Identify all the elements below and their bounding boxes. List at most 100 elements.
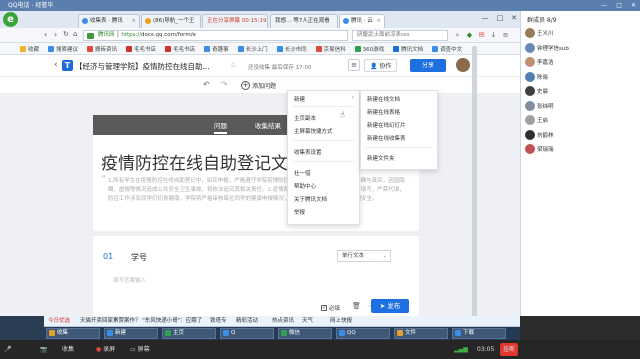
mic-icon[interactable]: 🎤 (4, 343, 11, 356)
browser-minimize-button[interactable]: — (482, 14, 489, 22)
doc-back-icon[interactable]: ‹ (54, 60, 58, 70)
menu-item-form-settings[interactable]: 收集表设置 (294, 148, 322, 156)
doc-title[interactable]: 【经济与管理学院】疫情防控在线自助... (75, 61, 210, 72)
member-item[interactable]: 刘鹤林 (525, 129, 635, 141)
tab-questions[interactable]: 问题 (214, 120, 227, 134)
share-button[interactable]: 分享 (410, 59, 446, 72)
share-screen-button[interactable]: ▭ 屏幕 (130, 343, 150, 356)
ticker-item[interactable]: 精彩活动 (236, 316, 258, 326)
refresh-icon[interactable]: ↻ (63, 30, 69, 38)
taskbar-app[interactable]: Q (220, 328, 274, 339)
tab-navigation[interactable]: (86)导航_一个王 (141, 14, 201, 28)
form-title[interactable]: 疫情防控在线自助登记文 (101, 149, 288, 174)
member-item[interactable]: 钟理学信sub (525, 42, 635, 54)
menu-item-desktop-shortcut[interactable]: 主屏幕快捷方式 (294, 127, 333, 135)
submenu-item-folder[interactable]: 新建文件夹 (367, 154, 395, 162)
submenu-item-sheet[interactable]: 新建在线表格 (367, 108, 400, 116)
form-description[interactable]: 1.所有学生在疫情防控在线自助登记中，如实申报，严格遵守学院疫情防控各项要求，确… (108, 177, 408, 204)
tab-results[interactable]: 收集结果 (255, 120, 281, 130)
ticker-item[interactable]: 铁塔专 (210, 316, 227, 326)
avatar[interactable] (456, 58, 470, 72)
bookmark-item[interactable]: 360游戏 (354, 45, 384, 53)
mail-icon[interactable]: ✉ (476, 30, 487, 41)
bookmark-item[interactable]: 长沙上门 (237, 45, 268, 53)
bookmark-item[interactable]: 搬砖资讯 (87, 45, 117, 53)
question-type-select[interactable]: 单行文本 ⌄ (337, 250, 391, 262)
forward-icon[interactable]: › (54, 30, 57, 39)
member-item[interactable]: 王启 (525, 115, 635, 126)
download-icon[interactable]: ↓ (488, 30, 499, 41)
bookmark-item[interactable]: 毛毛书店 (165, 45, 195, 53)
member-item[interactable]: 张纬明 (525, 100, 635, 112)
taskbar-app[interactable]: QQ (336, 328, 390, 339)
submenu-item-doc[interactable]: 新建在线文档 (367, 95, 400, 103)
search-input[interactable]: 研腹武士面前凉表sss (352, 30, 448, 41)
taskbar-app[interactable]: 主页 (162, 328, 216, 339)
hangup-button[interactable]: 挂断 (500, 343, 518, 356)
maximize-button[interactable]: □ (616, 0, 622, 11)
tab-viewers[interactable]: 我想… 等7人正在观看 (270, 14, 338, 28)
browser-close-button[interactable]: ✕ (511, 14, 517, 22)
ticker-item[interactable]: 天气 (302, 316, 313, 326)
bookmark-item[interactable]: 京易信科 (315, 45, 346, 53)
tencent-docs-logo-icon[interactable]: T (62, 60, 73, 71)
home-icon[interactable]: ⌂ (73, 30, 77, 38)
camera-icon[interactable]: 📷 (40, 343, 47, 356)
question-title[interactable]: 学号 (131, 252, 147, 263)
bookmark-item[interactable]: 腾讯文档 (393, 45, 423, 53)
taskbar-app[interactable]: 新建 (104, 328, 158, 339)
record-button[interactable]: ● 录屏 (96, 343, 115, 356)
answer-placeholder[interactable]: 填写答案输入 (113, 276, 146, 284)
back-icon[interactable]: ‹ (44, 30, 47, 39)
tab-screen-share[interactable]: 正在分享屏幕 00:15:19 (202, 14, 268, 28)
search-icon[interactable]: ⌕ (452, 30, 463, 41)
menu-item-copy-page[interactable]: 主页副本 (294, 114, 316, 122)
submenu-item-form[interactable]: 新建在线收集表 (367, 134, 406, 142)
ticker-item[interactable]: 热点资讯 (272, 316, 294, 326)
publish-button[interactable]: ➤ 发布 (371, 299, 409, 313)
collaborate-button[interactable]: 👤 协作 (364, 59, 398, 72)
bookmark-item[interactable]: 长沙市同 (276, 45, 307, 53)
menu-item-report[interactable]: 举报 (294, 208, 305, 216)
bookmark-item[interactable]: 收藏 (20, 45, 39, 53)
member-item[interactable]: 梁瑞瑞 (525, 144, 635, 155)
browser-maximize-button[interactable]: □ (497, 14, 504, 22)
url-field[interactable]: 腾讯网 │ https://docs.qq.com/form/e (83, 30, 348, 41)
bookmark-item[interactable]: 搜索建议 (48, 45, 78, 53)
menu-item-new[interactable]: 新建 (294, 95, 305, 103)
taskbar-app[interactable]: 微信 (278, 328, 332, 339)
menu-item-community[interactable]: 社一惜 (294, 169, 311, 177)
ticker-item[interactable]: 网上快报 (330, 316, 352, 326)
doc-menu-icon[interactable]: ≡ (348, 59, 360, 71)
member-item[interactable]: 李嘉浩 (525, 57, 635, 68)
submenu-item-slides[interactable]: 新建在线幻灯片 (367, 121, 406, 129)
extension-icon[interactable]: ◆ (464, 30, 475, 41)
member-item[interactable]: 史晨 (525, 86, 635, 97)
tab-active-doc[interactable]: 腾讯 · 云 × (339, 14, 385, 28)
add-question-button[interactable]: + 添加问题 (241, 79, 276, 91)
required-toggle[interactable]: ✓ 必填 (321, 304, 340, 312)
hold-button[interactable]: 收集 (62, 343, 74, 356)
tab-close-icon[interactable]: × (376, 15, 381, 27)
taskbar-app[interactable]: 下载 (452, 328, 506, 339)
tab-forms[interactable]: 收集表 · 腾讯 × (78, 14, 140, 28)
close-button[interactable]: ✕ (631, 0, 636, 11)
member-item[interactable]: 王义川 (525, 28, 635, 39)
browser-logo-icon[interactable]: e (3, 12, 18, 27)
menu-icon[interactable]: ≡ (500, 30, 511, 41)
ticker-item[interactable]: 今日优选 (48, 316, 70, 326)
taskbar-app[interactable]: 收集 (46, 328, 100, 339)
bookmark-item[interactable]: 奇趣事 (204, 45, 229, 53)
minimize-button[interactable]: — (601, 0, 607, 11)
tab-close-icon[interactable]: × (131, 15, 136, 27)
redo-icon[interactable]: ↷ (221, 80, 228, 89)
star-icon[interactable]: ☆ (230, 61, 236, 69)
menu-item-help[interactable]: 帮助中心 (294, 182, 316, 190)
page-scrollbar[interactable] (472, 46, 477, 316)
undo-icon[interactable]: ↶ (203, 80, 210, 89)
bookmark-item[interactable]: 调查中文 (432, 45, 462, 53)
bookmark-item[interactable]: 毛毛书店 (126, 45, 156, 53)
ticker-item[interactable]: 天猫开卖回家累赘案作？ "东风快递小哥"：应聘了 (80, 316, 202, 326)
taskbar-app[interactable]: 文件 (394, 328, 448, 339)
member-item[interactable]: 陈晓 (525, 71, 635, 83)
